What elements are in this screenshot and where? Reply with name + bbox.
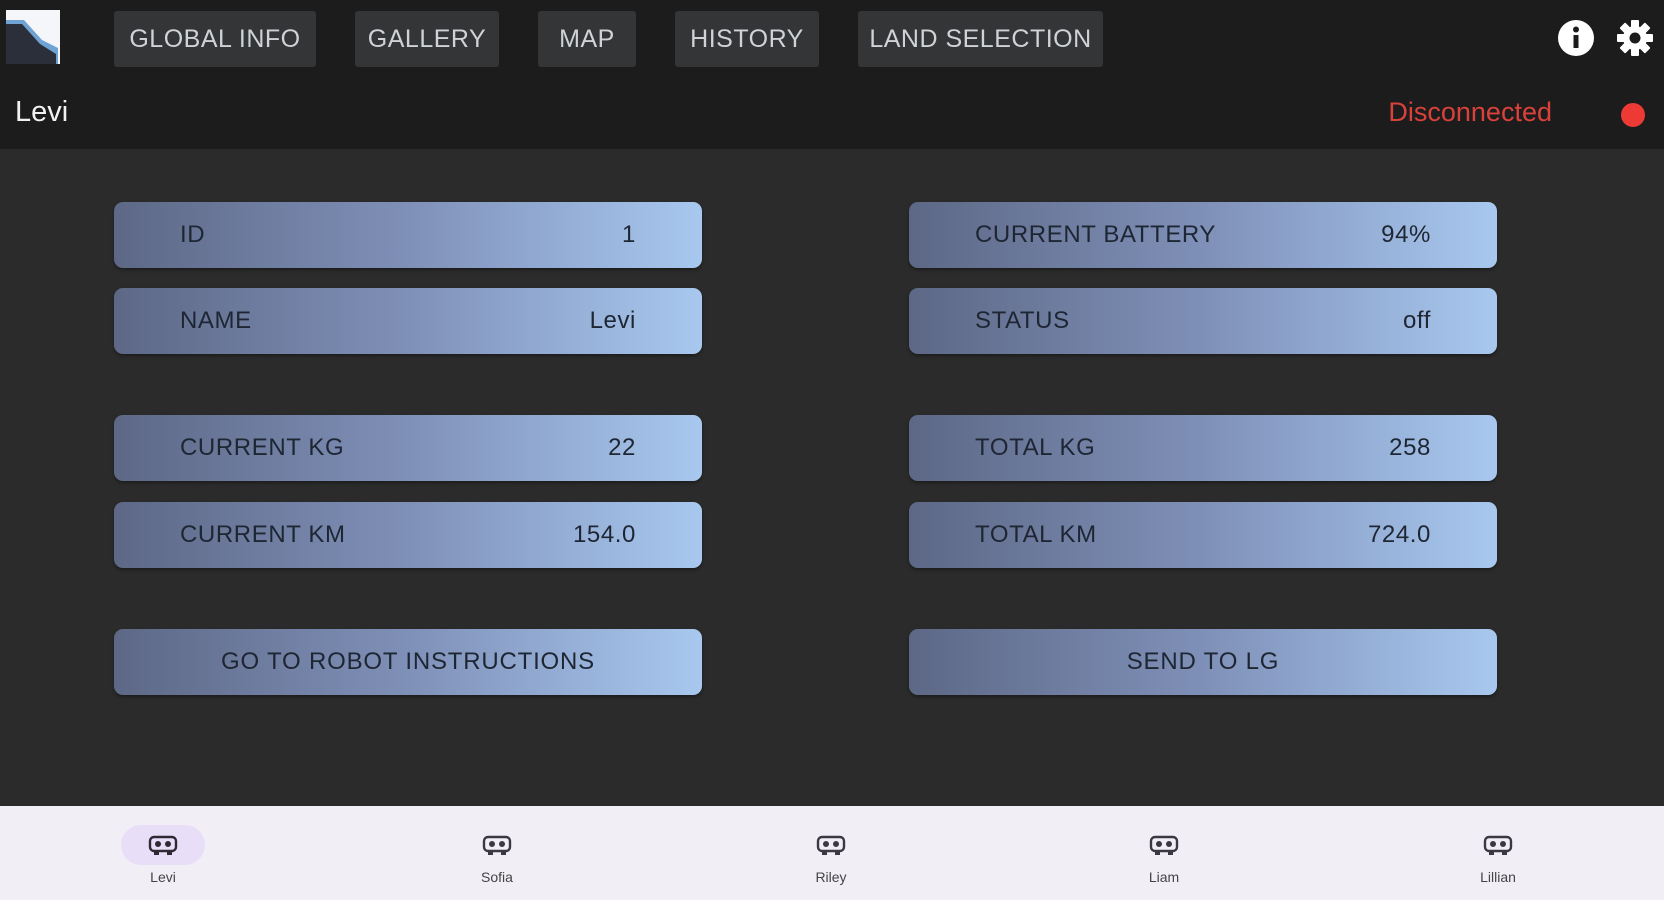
bottom-tab-label: Riley bbox=[815, 869, 847, 885]
field-current-km-value: 154.0 bbox=[572, 521, 636, 548]
connection-status-dot bbox=[1621, 103, 1645, 127]
robot-icon bbox=[148, 835, 178, 855]
field-total-kg-value: 258 bbox=[1389, 434, 1431, 461]
field-total-kg: TOTAL KG 258 bbox=[909, 415, 1497, 481]
bottom-tab-lillian[interactable]: Lillian bbox=[1428, 806, 1568, 900]
bottom-tab-active-indicator bbox=[121, 825, 205, 865]
send-to-lg-button[interactable]: SEND TO LG bbox=[909, 629, 1497, 695]
bottom-nav: Levi Sofia Riley Liam Lillian bbox=[0, 806, 1664, 900]
bottom-tab-riley[interactable]: Riley bbox=[761, 806, 901, 900]
nav-land-selection[interactable]: LAND SELECTION bbox=[858, 11, 1103, 67]
field-total-km-value: 724.0 bbox=[1367, 521, 1431, 548]
robot-icon bbox=[482, 835, 512, 855]
robot-name-title: Levi bbox=[15, 96, 69, 128]
field-current-kg-label: CURRENT KG bbox=[180, 434, 345, 461]
bottom-tab-label: Sofia bbox=[481, 869, 513, 885]
bottom-tab-levi[interactable]: Levi bbox=[93, 806, 233, 900]
field-current-kg-value: 22 bbox=[608, 434, 636, 461]
robot-icon bbox=[1149, 835, 1179, 855]
field-total-km: TOTAL KM 724.0 bbox=[909, 502, 1497, 568]
nav-map[interactable]: MAP bbox=[538, 11, 636, 67]
nav-global-info[interactable]: GLOBAL INFO bbox=[114, 11, 316, 67]
bottom-tab-label: Levi bbox=[150, 869, 176, 885]
field-current-kg: CURRENT KG 22 bbox=[114, 415, 702, 481]
bottom-tab-label: Lillian bbox=[1480, 869, 1516, 885]
bottom-tab-sofia[interactable]: Sofia bbox=[427, 806, 567, 900]
field-status-label: STATUS bbox=[975, 307, 1070, 334]
field-current-km-label: CURRENT KM bbox=[180, 521, 346, 548]
robot-icon bbox=[816, 835, 846, 855]
top-bar: GLOBAL INFO GALLERY MAP HISTORY LAND SEL… bbox=[0, 0, 1664, 149]
info-icon[interactable] bbox=[1556, 18, 1596, 58]
field-name-label: NAME bbox=[180, 307, 252, 334]
field-current-km: CURRENT KM 154.0 bbox=[114, 502, 702, 568]
bottom-tab-label: Liam bbox=[1148, 869, 1180, 885]
robot-icon bbox=[1483, 835, 1513, 855]
app-logo[interactable] bbox=[6, 10, 60, 64]
field-name: NAME Levi bbox=[114, 288, 702, 354]
field-id-value: 1 bbox=[622, 221, 636, 248]
field-status: STATUS off bbox=[909, 288, 1497, 354]
robot-instructions-button[interactable]: GO TO ROBOT INSTRUCTIONS bbox=[114, 629, 702, 695]
field-total-kg-label: TOTAL KG bbox=[975, 434, 1096, 461]
gear-icon[interactable] bbox=[1615, 18, 1655, 58]
field-current-battery: CURRENT BATTERY 94% bbox=[909, 202, 1497, 268]
bottom-tab-liam[interactable]: Liam bbox=[1094, 806, 1234, 900]
field-status-value: off bbox=[1402, 307, 1431, 334]
field-current-battery-label: CURRENT BATTERY bbox=[975, 221, 1217, 248]
field-name-value: Levi bbox=[589, 307, 636, 334]
nav-history[interactable]: HISTORY bbox=[675, 11, 819, 67]
field-id-label: ID bbox=[180, 221, 206, 248]
nav-gallery[interactable]: GALLERY bbox=[355, 11, 499, 67]
field-id: ID 1 bbox=[114, 202, 702, 268]
connection-status: Disconnected bbox=[1388, 97, 1552, 127]
field-current-battery-value: 94% bbox=[1381, 221, 1431, 248]
field-total-km-label: TOTAL KM bbox=[975, 521, 1097, 548]
